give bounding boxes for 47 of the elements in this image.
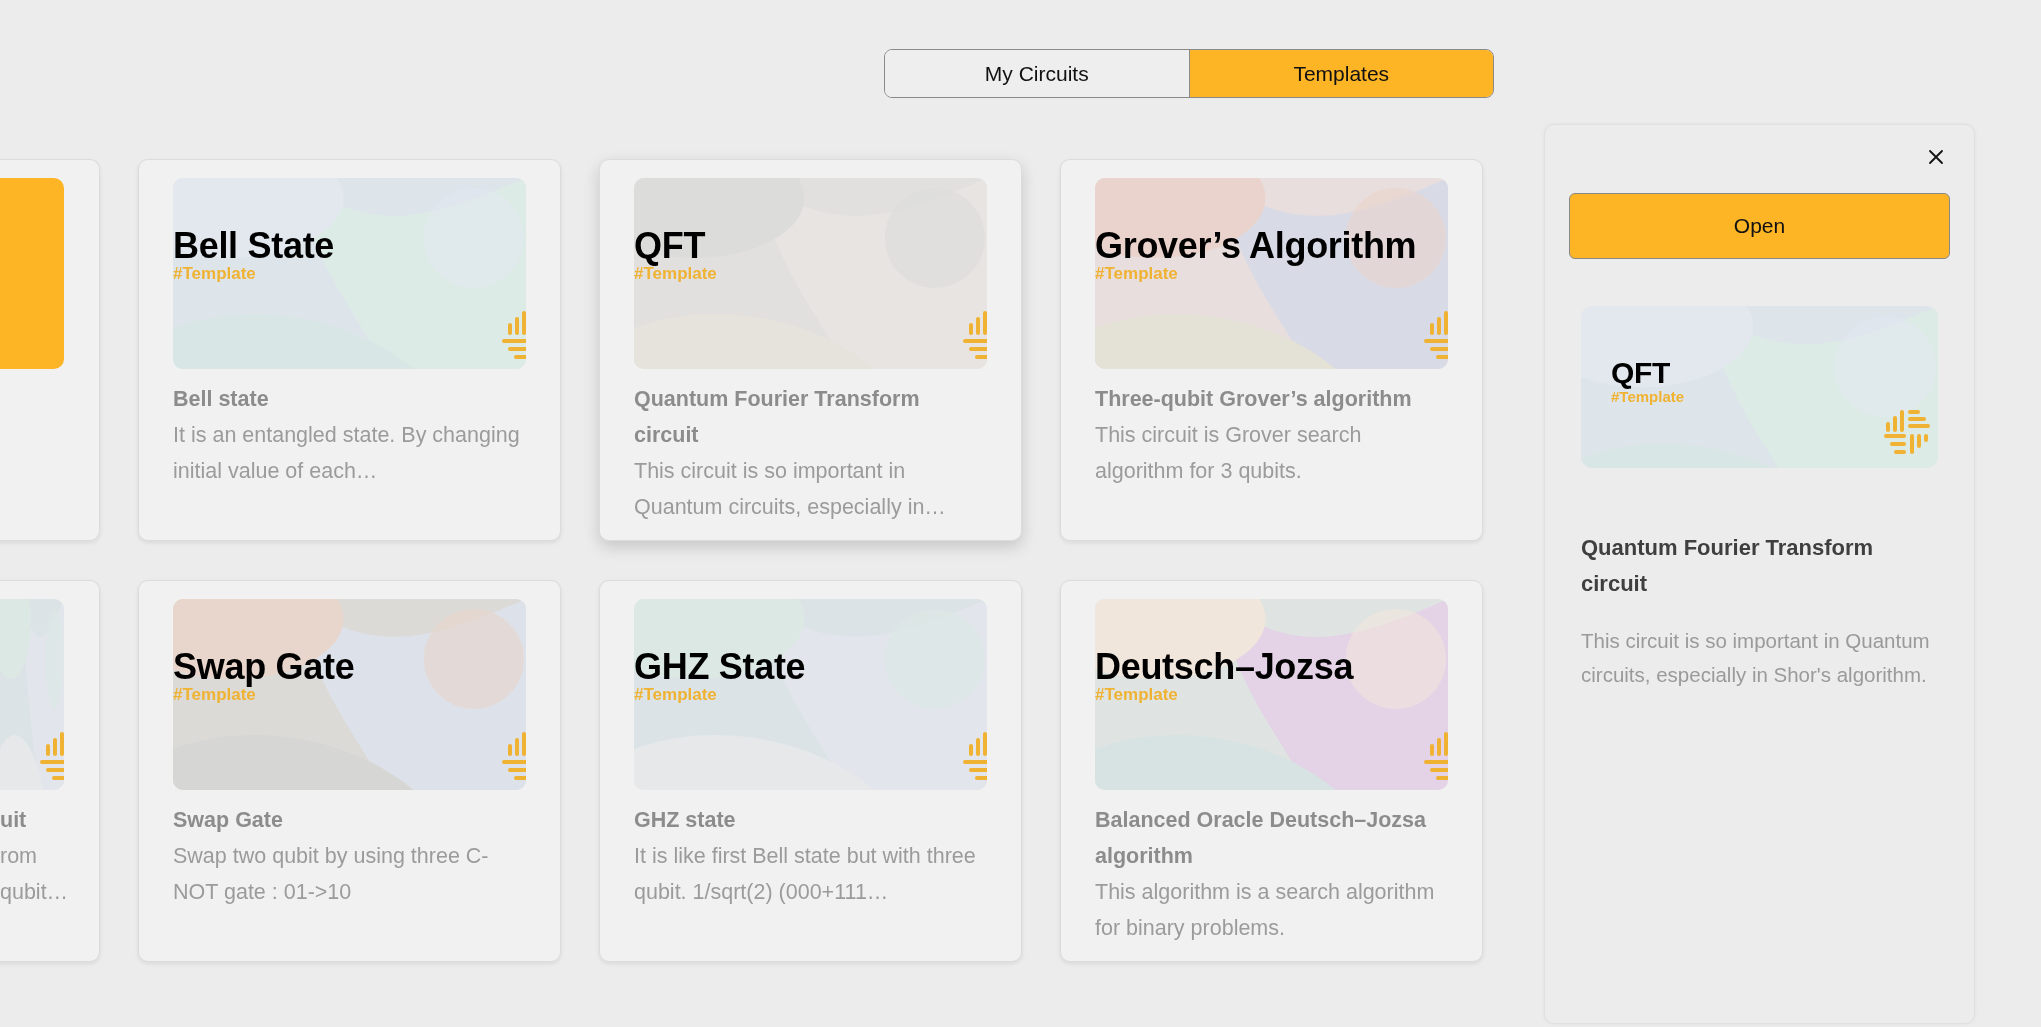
- logo-icon: [1424, 311, 1448, 361]
- thumbnail-title: Swap Gate: [173, 649, 355, 685]
- template-card[interactable]: GHZ State #Template GHZ state It is like first Bell state but with three qubit. 1/sqrt(2) (000+111…: [599, 580, 1022, 962]
- card-description: This algorithm is a search algorithm for binary problems.: [1095, 879, 1436, 942]
- card-title: Three-qubit Grover’s algorithm: [1095, 386, 1413, 413]
- card-description: It is an entangled state. By changing initial value of each…: [173, 422, 521, 485]
- card-title: Balanced Oracle Deutsch–Jozsa algorithm: [1095, 807, 1427, 870]
- detail-description: This circuit is so important in Quantum circuits, especially in Shor's algorithm.: [1581, 628, 1931, 688]
- thumbnail-title: QFT: [634, 228, 707, 264]
- logo-icon: [963, 732, 987, 782]
- logo-icon: [502, 732, 526, 782]
- open-button[interactable]: Open: [1569, 193, 1950, 259]
- card-title: Bell state: [173, 386, 270, 413]
- card-title: GHZ state: [634, 807, 737, 834]
- logo-icon: [1424, 732, 1448, 782]
- template-card[interactable]: Bell State #Template Bell state It is an entangled state. By changing initial value of each…: [138, 159, 561, 541]
- thumbnail-title: Deutsch–Jozsa: [1095, 649, 1354, 685]
- thumbnail-title: Grover’s Algorithm: [1095, 228, 1417, 264]
- logo-icon: [963, 311, 987, 361]
- card-description: Swap two qubit by using three C-NOT gate : 01->10: [173, 843, 490, 906]
- card-title: Swap Gate: [173, 807, 284, 834]
- logo-icon: [40, 732, 64, 782]
- close-icon: [1928, 149, 1944, 165]
- thumbnail-title: QFT: [1611, 358, 1672, 388]
- template-tag: #Template: [1095, 265, 1417, 282]
- template-card[interactable]: Deutsch–Jozsa #Template Balanced Oracle Deutsch–Jozsa algorithm This algorithm is a search algorithm for binary problems.: [1060, 580, 1483, 962]
- card-description: It is like first Bell state but with three qubit. 1/sqrt(2) (000+111…: [634, 843, 977, 906]
- segment-tab[interactable]: Templates: [1188, 50, 1493, 97]
- template-tag: #Template: [634, 686, 806, 703]
- logo-icon: [1884, 408, 1930, 456]
- template-tag: #Template: [1611, 389, 1685, 404]
- template-tag: #Template: [634, 265, 717, 282]
- card-description: This circuit is so important in Quantum circuits, especially in…: [634, 458, 947, 521]
- logo-icon: [502, 311, 526, 361]
- card-title: uit: [0, 807, 28, 834]
- thumbnail-title: GHZ State: [634, 649, 806, 685]
- template-tag: #Template: [173, 686, 355, 703]
- card-title: Quantum Fourier Transform circuit: [634, 386, 921, 449]
- template-card[interactable]: Swap Gate #Template Swap Gate Swap two qubit by using three C-NOT gate : 01->10: [138, 580, 561, 962]
- card-description: This circuit is Grover search algorithm for 3 qubits.: [1095, 422, 1363, 485]
- template-tag: #Template: [173, 265, 335, 282]
- detail-title: Quantum Fourier Transform circuit: [1581, 534, 1875, 598]
- thumbnail-title: Bell State: [173, 228, 335, 264]
- template-tag: #Template: [1095, 686, 1354, 703]
- template-card[interactable]: Grover’s Algorithm #Template Three-qubit Grover’s algorithm This circuit is Grover search algorithm for 3 qubits.: [1060, 159, 1483, 541]
- template-card[interactable]: QFT #Template Quantum Fourier Transform circuit This circuit is so important in Quantum circuits, especially in…: [599, 159, 1022, 541]
- card-description: rom qubit…: [0, 843, 65, 906]
